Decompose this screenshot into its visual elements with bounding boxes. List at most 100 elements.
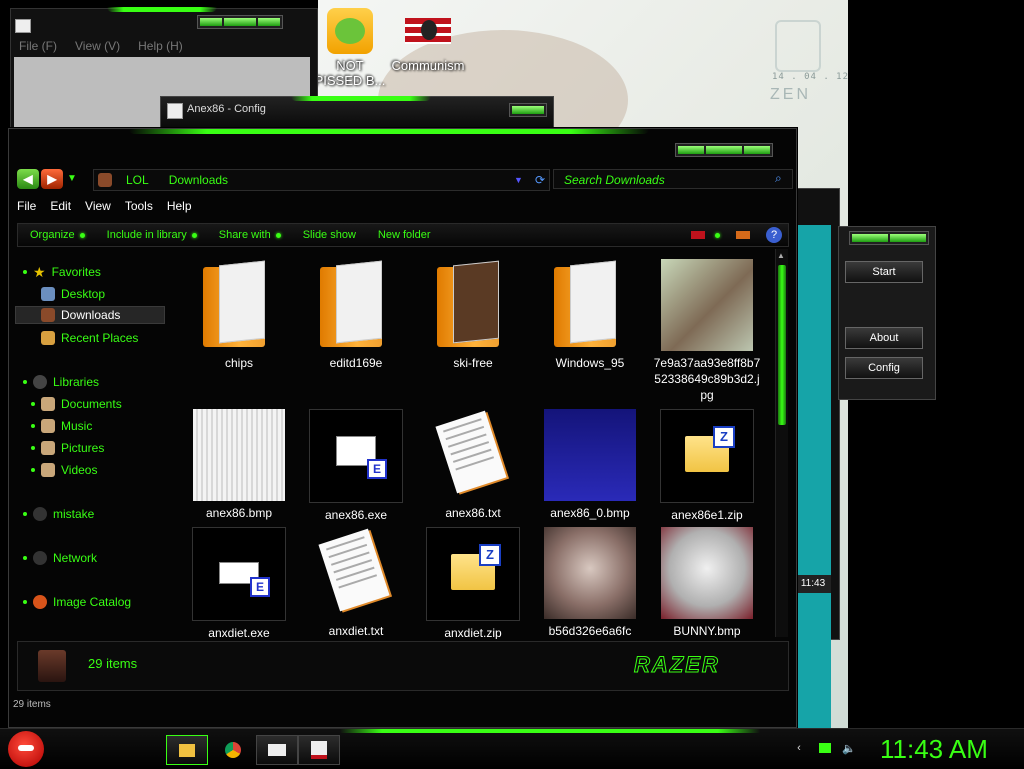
taskbar-clock[interactable]: 11:43 AM xyxy=(880,734,988,765)
command-bar: Organize Include in library Share with S… xyxy=(17,223,789,247)
chevron-down-icon[interactable]: ▼ xyxy=(514,175,523,185)
window-controls[interactable] xyxy=(849,231,929,245)
taskbar-anex86[interactable] xyxy=(298,735,340,765)
file-item[interactable]: anxdiet.txt xyxy=(301,527,411,639)
close-button[interactable] xyxy=(744,146,770,154)
expand-icon[interactable] xyxy=(31,468,35,472)
window-controls[interactable] xyxy=(197,15,283,29)
nav-favorites[interactable]: ★ Favorites xyxy=(23,263,101,281)
organize-button[interactable]: Organize xyxy=(30,229,85,241)
preview-pane-icon[interactable] xyxy=(736,231,750,239)
close-button[interactable] xyxy=(890,234,926,242)
nav-mistake[interactable]: mistake xyxy=(23,505,94,523)
nav-libraries[interactable]: Libraries xyxy=(23,373,99,391)
scrollbar-thumb[interactable] xyxy=(778,265,786,425)
start-button[interactable] xyxy=(8,731,44,767)
back-button[interactable]: ◀ xyxy=(17,169,39,189)
file-item[interactable]: 7e9a37aa93e8ff8b752338649c89b3d2.jpg xyxy=(652,259,762,403)
explorer-window[interactable]: ◀ ▶ ▼ LOL Downloads ▼ ⟳ Search Downloads… xyxy=(8,128,797,728)
expand-icon[interactable] xyxy=(31,402,35,406)
nav-music-label: Music xyxy=(61,419,93,433)
slide-show-button[interactable]: Slide show xyxy=(303,229,356,241)
desktop-icon-communism[interactable]: Communism xyxy=(390,8,466,73)
nav-documents[interactable]: Documents xyxy=(31,395,122,413)
maximize-button[interactable] xyxy=(224,18,256,26)
view-dropdown-icon[interactable] xyxy=(715,232,720,238)
file-item[interactable]: E anxdiet.exe xyxy=(184,527,294,639)
menu-file[interactable]: File xyxy=(17,199,36,217)
address-row: ◀ ▶ ▼ LOL Downloads ▼ ⟳ Search Downloads… xyxy=(17,169,793,191)
view-options-icon[interactable] xyxy=(691,231,705,239)
nav-downloads[interactable]: Downloads xyxy=(15,306,165,324)
vertical-scrollbar[interactable]: ▲ xyxy=(775,249,788,637)
file-item[interactable]: chips xyxy=(184,259,294,371)
file-item[interactable]: E anex86.exe xyxy=(301,409,411,523)
search-input[interactable]: Search Downloads xyxy=(553,169,793,189)
file-item[interactable]: anex86.bmp xyxy=(184,409,294,521)
file-item[interactable]: anex86_0.bmp xyxy=(535,409,645,521)
window-controls[interactable] xyxy=(509,103,547,117)
close-button[interactable] xyxy=(512,106,544,114)
file-item[interactable]: b56d326e6a6fc xyxy=(535,527,645,639)
nav-network[interactable]: Network xyxy=(23,549,97,567)
nav-videos[interactable]: Videos xyxy=(31,461,97,479)
file-item[interactable]: editd169e xyxy=(301,259,411,371)
file-item[interactable]: Windows_95 xyxy=(535,259,645,371)
taskbar-app[interactable] xyxy=(256,735,298,765)
nav-recent-places[interactable]: Recent Places xyxy=(41,329,138,347)
scroll-up-icon[interactable]: ▲ xyxy=(777,251,785,260)
expand-icon[interactable] xyxy=(23,512,27,516)
breadcrumb-lol[interactable]: LOL xyxy=(126,173,149,187)
include-in-library-button[interactable]: Include in library xyxy=(107,229,197,241)
nav-pictures[interactable]: Pictures xyxy=(31,439,104,457)
minimize-button[interactable] xyxy=(678,146,704,154)
expand-icon[interactable] xyxy=(23,600,27,604)
expand-icon[interactable] xyxy=(23,270,27,274)
menu-file[interactable]: File (F) xyxy=(19,39,57,53)
file-item[interactable]: Z anxdiet.zip xyxy=(418,527,528,639)
config-window[interactable]: Anex86 - Config xyxy=(160,96,554,128)
expand-icon[interactable] xyxy=(31,446,35,450)
breadcrumb-downloads[interactable]: Downloads xyxy=(169,173,228,187)
window-controls[interactable] xyxy=(675,143,773,157)
menu-view[interactable]: View xyxy=(85,199,111,217)
show-hidden-icons[interactable]: ‹ xyxy=(792,741,806,755)
network-tray-icon[interactable] xyxy=(818,741,832,755)
menu-help[interactable]: Help (H) xyxy=(138,39,183,53)
menu-tools[interactable]: Tools xyxy=(125,199,153,217)
file-item[interactable]: Z anex86e1.zip xyxy=(652,409,762,523)
menu-edit[interactable]: Edit xyxy=(50,199,71,217)
close-button[interactable] xyxy=(258,18,280,26)
taskbar-chrome[interactable] xyxy=(212,735,254,765)
help-icon[interactable]: ? xyxy=(766,227,782,243)
about-button[interactable]: About xyxy=(845,327,923,349)
file-name: anxdiet.txt xyxy=(328,624,384,638)
menu-view[interactable]: View (V) xyxy=(75,39,120,53)
app-control-panel[interactable]: Start About Config xyxy=(838,226,936,400)
address-bar[interactable]: LOL Downloads ▼ ⟳ xyxy=(93,169,550,191)
desktop-icon-not-pissed[interactable]: NOT PISSED B... xyxy=(312,8,388,88)
refresh-icon[interactable]: ⟳ xyxy=(535,173,545,187)
nav-desktop[interactable]: Desktop xyxy=(41,285,105,303)
new-folder-button[interactable]: New folder xyxy=(378,229,431,241)
minimize-button[interactable] xyxy=(200,18,222,26)
search-icon[interactable]: ⌕ xyxy=(775,171,782,186)
volume-icon[interactable]: 🔈 xyxy=(842,741,856,755)
share-with-button[interactable]: Share with xyxy=(219,229,281,241)
expand-icon[interactable] xyxy=(23,556,27,560)
history-dropdown-icon[interactable]: ▼ xyxy=(67,173,77,184)
nav-music[interactable]: Music xyxy=(31,417,92,435)
maximize-button[interactable] xyxy=(706,146,742,154)
forward-button[interactable]: ▶ xyxy=(41,169,63,189)
minimize-button[interactable] xyxy=(852,234,888,242)
start-button[interactable]: Start xyxy=(845,261,923,283)
expand-icon[interactable] xyxy=(23,380,27,384)
menu-help[interactable]: Help xyxy=(167,199,192,217)
expand-icon[interactable] xyxy=(31,424,35,428)
config-button[interactable]: Config xyxy=(845,357,923,379)
file-item[interactable]: BUNNY.bmp xyxy=(652,527,762,639)
taskbar-explorer[interactable] xyxy=(166,735,208,765)
file-item[interactable]: ski-free xyxy=(418,259,528,371)
nav-image-catalog[interactable]: Image Catalog xyxy=(23,593,131,611)
file-item[interactable]: anex86.txt xyxy=(418,409,528,521)
